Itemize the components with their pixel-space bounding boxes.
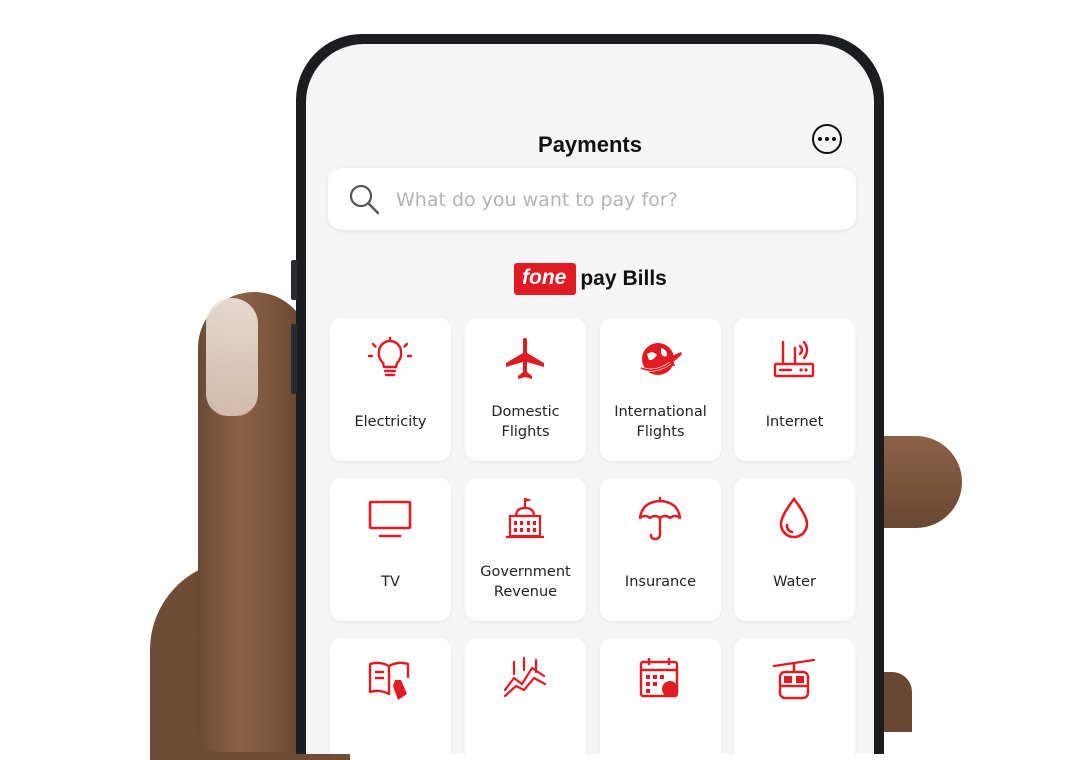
airplane-icon xyxy=(506,338,544,379)
tile-label: TV xyxy=(381,574,400,590)
tile-internet[interactable]: Internet xyxy=(734,318,855,461)
more-options-button[interactable] xyxy=(812,124,842,154)
globe-airplane-icon xyxy=(640,343,683,375)
logo-pay: pay xyxy=(580,267,617,290)
tile-label: Water xyxy=(773,574,816,590)
hand-finger xyxy=(872,436,962,528)
umbrella-icon xyxy=(638,496,682,541)
tile-insurance[interactable]: Insurance xyxy=(600,478,721,621)
tile-label-line2: Flights xyxy=(636,424,685,440)
book-pencil-icon xyxy=(368,661,410,700)
tile-label: Insurance xyxy=(624,574,697,590)
calendar-icon xyxy=(639,658,679,698)
router-icon xyxy=(773,340,815,378)
stock-chart-icon xyxy=(503,656,547,698)
tile-label-line2: Flights xyxy=(501,424,550,440)
logo-bills: Bills xyxy=(622,267,667,290)
page-title: Payments xyxy=(538,132,642,157)
tile-stocks[interactable] xyxy=(465,638,586,754)
tile-label: Government Revenue xyxy=(469,562,582,602)
tile-government-revenue[interactable]: Government Revenue xyxy=(465,478,586,621)
tile-label-line2: Revenue xyxy=(493,584,558,600)
phone-volume-button xyxy=(291,324,297,394)
tile-education[interactable] xyxy=(330,638,451,754)
government-building-icon xyxy=(506,498,544,539)
tile-water[interactable]: Water xyxy=(734,478,855,621)
dot-icon xyxy=(825,137,829,141)
tile-label: Domestic Flights xyxy=(469,402,582,442)
tile-electricity[interactable]: Electricity xyxy=(330,318,451,461)
search-bar[interactable] xyxy=(328,168,856,232)
phone-side-button xyxy=(291,260,297,300)
phone-frame: Payments fone pay Bills xyxy=(291,34,884,754)
tile-events[interactable] xyxy=(600,638,721,754)
cable-car-icon xyxy=(772,658,816,700)
tile-international-flights[interactable]: International Flights xyxy=(600,318,721,461)
tile-domestic-flights[interactable]: Domestic Flights xyxy=(465,318,586,461)
tile-label: International Flights xyxy=(604,402,717,442)
logo-fone: fone xyxy=(514,263,577,295)
phone-screen: Payments fone pay Bills xyxy=(306,44,874,754)
tile-cable-car[interactable] xyxy=(734,638,855,754)
search-input[interactable] xyxy=(394,168,840,232)
lightbulb-icon xyxy=(367,336,413,377)
tile-label-line1: International xyxy=(614,404,707,420)
tile-label: Electricity xyxy=(354,414,427,430)
tile-label-line1: Domestic xyxy=(491,404,560,420)
fonepay-bills-logo: fone pay Bills xyxy=(514,262,667,296)
search-icon xyxy=(349,184,380,215)
water-drop-icon xyxy=(779,496,809,539)
thumb-nail xyxy=(206,298,258,416)
tile-label: Internet xyxy=(765,414,824,430)
dot-icon xyxy=(832,137,836,141)
tile-label-line1: Government xyxy=(480,564,571,580)
tv-icon xyxy=(368,500,412,538)
dot-icon xyxy=(818,137,822,141)
tile-tv[interactable]: TV xyxy=(330,478,451,621)
